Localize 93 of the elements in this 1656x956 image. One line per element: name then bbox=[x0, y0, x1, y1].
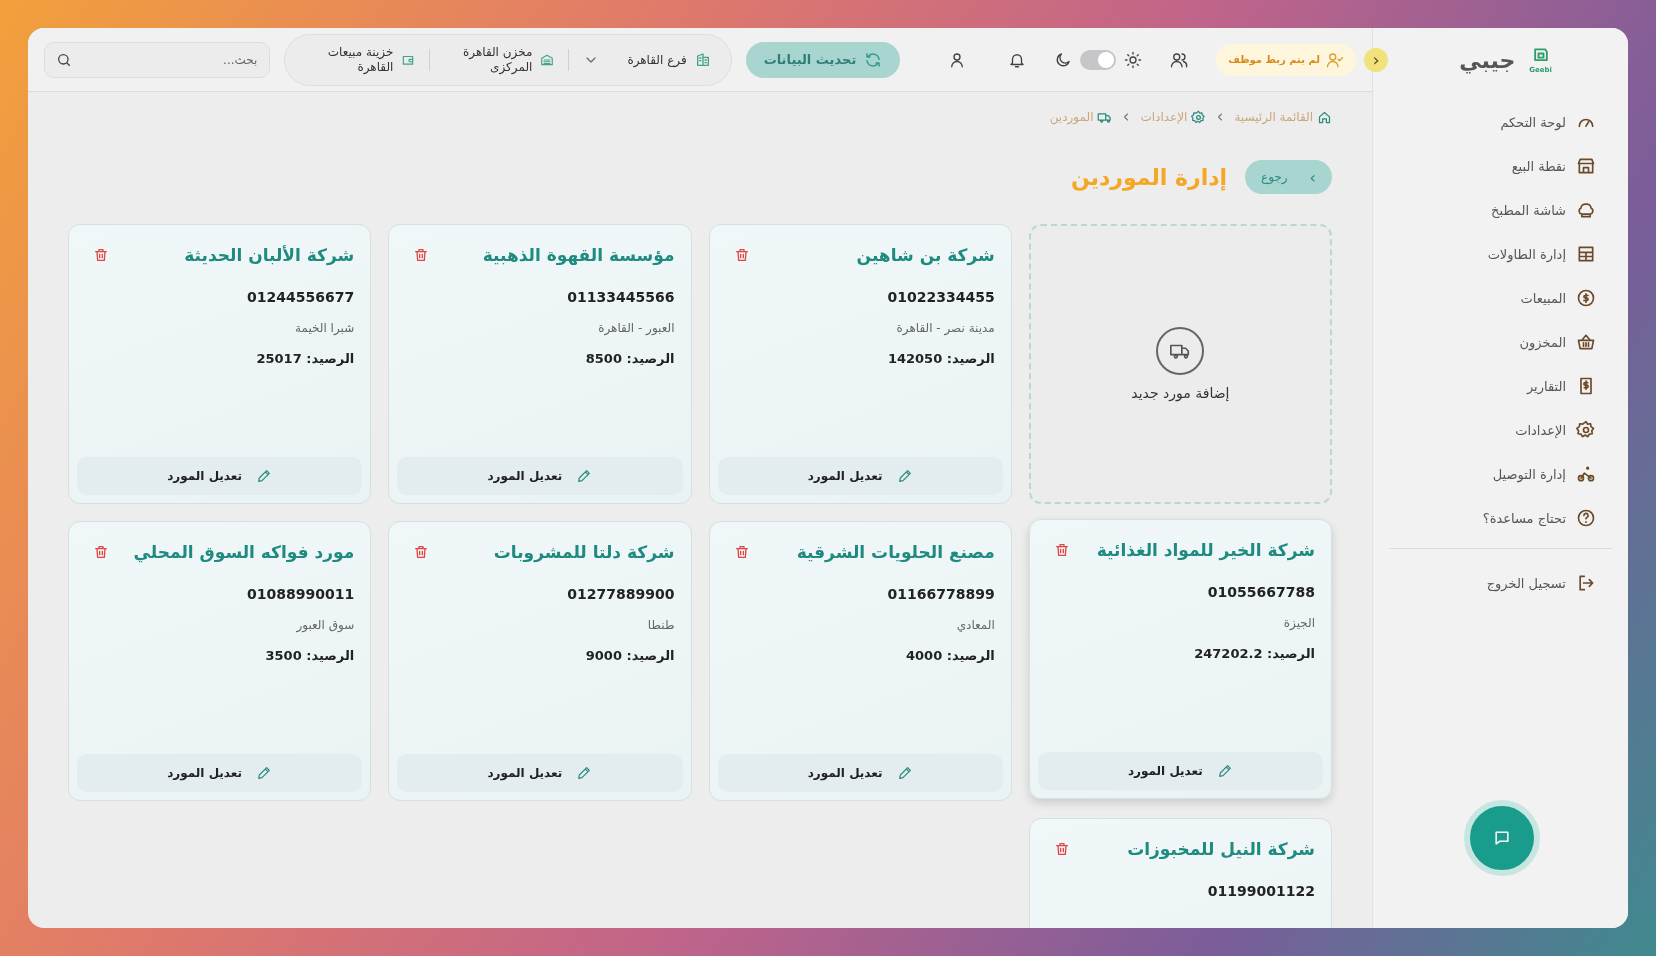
trash-icon bbox=[93, 247, 109, 263]
supplier-balance: الرصيد: 3500 bbox=[264, 648, 355, 663]
theme-toggle[interactable] bbox=[1080, 49, 1117, 70]
supplier-phone: 01166778899 bbox=[886, 586, 995, 602]
supplier-name: مصنع الحلويات الشرقية bbox=[796, 542, 995, 562]
pencil-icon bbox=[256, 765, 273, 781]
moon-icon bbox=[1054, 50, 1073, 69]
trash-icon bbox=[1053, 542, 1070, 558]
supplier-name: شركة الألبان الحديثة bbox=[184, 245, 355, 265]
edit-supplier-button[interactable]: تعديل المورد bbox=[77, 754, 363, 792]
supplier-name: شركة النيل للمخبوزات bbox=[1127, 839, 1315, 859]
supplier-name: شركة بن شاهين bbox=[856, 245, 995, 265]
warehouse-selector[interactable]: مخزن القاهرة المركزى bbox=[440, 44, 559, 75]
pencil-icon bbox=[256, 468, 273, 484]
home-icon bbox=[1317, 109, 1332, 125]
pencil-icon bbox=[576, 765, 593, 781]
supplier-name: مؤسسة القهوة الذهبية bbox=[482, 245, 675, 265]
supplier-phone: 01244556677 bbox=[246, 289, 355, 305]
pencil-icon bbox=[576, 468, 593, 484]
sidebar-item[interactable]: إدارة الطاولات bbox=[1389, 232, 1612, 276]
supplier-address: العبور - القاهرة bbox=[597, 321, 675, 335]
supplier-address: سوق العبور bbox=[295, 618, 355, 632]
truck-icon bbox=[1156, 327, 1205, 375]
basket-icon bbox=[1576, 332, 1596, 352]
users-icon bbox=[1170, 50, 1189, 69]
supplier-balance: الرصيد: 247202.2 bbox=[1193, 646, 1315, 661]
staff-badge: لم يتم ربط موظف bbox=[1216, 43, 1356, 76]
sidebar-item[interactable]: شاشة المطبخ bbox=[1389, 188, 1612, 232]
trash-icon bbox=[733, 544, 750, 560]
supplier-address: مدينة نصر - القاهرة bbox=[895, 321, 995, 335]
edit-supplier-button[interactable]: تعديل المورد bbox=[1037, 752, 1323, 790]
sidebar-item[interactable]: التقارير bbox=[1389, 364, 1612, 408]
supplier-address: الجيزة bbox=[1282, 616, 1315, 630]
supplier-address: شبرا الخيمة bbox=[294, 321, 355, 335]
trash-icon bbox=[1053, 841, 1070, 857]
sidebar-item[interactable]: المخزون bbox=[1389, 320, 1612, 364]
supplier-address: طنطا bbox=[646, 618, 675, 632]
sun-icon bbox=[1124, 50, 1143, 69]
supplier-phone: 01133445566 bbox=[566, 289, 675, 305]
branch-selector[interactable]: فرع القاهرة bbox=[579, 51, 715, 68]
search-field[interactable]: بحث... bbox=[44, 41, 271, 78]
building-icon bbox=[694, 51, 711, 68]
sidebar-item[interactable]: إدارة التوصيل bbox=[1389, 452, 1612, 496]
settings-icon bbox=[1191, 109, 1207, 125]
supplier-balance: الرصيد: 142050 bbox=[886, 351, 995, 366]
supplier-balance: الرصيد: 4000 bbox=[905, 648, 995, 663]
supplier-balance: الرصيد: 8500 bbox=[584, 351, 675, 366]
supplier-address: المعادي bbox=[955, 618, 995, 632]
supplier-phone: 01199001122 bbox=[1206, 883, 1315, 899]
trash-icon bbox=[93, 544, 109, 560]
cashbox-selector[interactable]: خزينة مبيعات القاهرة bbox=[301, 44, 420, 75]
warehouse-icon bbox=[540, 52, 555, 67]
pencil-icon bbox=[896, 765, 913, 781]
grid-icon bbox=[1576, 244, 1596, 264]
edit-supplier-button[interactable]: تعديل المورد bbox=[397, 754, 683, 792]
collapse-button[interactable]: ‹ bbox=[1364, 48, 1388, 72]
edit-supplier-button[interactable]: تعديل المورد bbox=[717, 457, 1003, 495]
sidebar-item[interactable]: المبيعات bbox=[1389, 276, 1612, 320]
sidebar-item[interactable]: تحتاج مساعدة؟ bbox=[1389, 496, 1612, 540]
add-supplier-card[interactable]: إضافة مورد جديد bbox=[1028, 224, 1332, 504]
user-check-icon bbox=[1326, 50, 1344, 69]
supplier-balance: الرصيد: 25017 bbox=[255, 351, 355, 366]
page-title: إدارة الموردين bbox=[1070, 164, 1227, 190]
supplier-balance: الرصيد: 9000 bbox=[584, 648, 675, 663]
chef-hat-icon bbox=[1576, 200, 1596, 220]
supplier-name: شركة الخير للمواد الغذائية bbox=[1096, 540, 1315, 560]
trash-icon bbox=[413, 544, 430, 560]
logout-link[interactable]: تسجيل الخروج bbox=[1389, 561, 1612, 605]
supplier-phone: 01022334455 bbox=[886, 289, 995, 305]
pencil-icon bbox=[896, 468, 913, 484]
trash-icon bbox=[413, 247, 430, 263]
pencil-icon bbox=[1216, 763, 1233, 779]
settings-icon bbox=[1576, 420, 1596, 440]
bicycle-icon bbox=[1576, 464, 1596, 484]
supplier-phone: 01277889900 bbox=[566, 586, 675, 602]
supplier-phone: 01055667788 bbox=[1206, 584, 1315, 600]
sidebar-item[interactable]: الإعدادات bbox=[1389, 408, 1612, 452]
storefront-icon bbox=[1576, 156, 1596, 176]
supplier-name: شركة دلتا للمشروبات bbox=[493, 542, 675, 562]
edit-supplier-button[interactable]: تعديل المورد bbox=[717, 754, 1003, 792]
logout-icon bbox=[1576, 573, 1596, 593]
supplier-phone: 01088990011 bbox=[246, 586, 355, 602]
edit-supplier-button[interactable]: تعديل المورد bbox=[397, 457, 683, 495]
supplier-name: مورد فواكه السوق المحلي bbox=[133, 542, 355, 562]
refresh-icon bbox=[864, 50, 883, 69]
edit-supplier-button[interactable]: تعديل المورد bbox=[77, 457, 363, 495]
sidebar-item[interactable]: لوحة التحكم bbox=[1389, 100, 1612, 144]
logo-text: جيبي bbox=[1459, 47, 1516, 73]
search-icon bbox=[56, 51, 72, 68]
dollar-icon bbox=[1576, 288, 1596, 308]
help-icon bbox=[1576, 508, 1596, 528]
sidebar-item[interactable]: نقطة البيع bbox=[1389, 144, 1612, 188]
trash-icon bbox=[733, 247, 750, 263]
